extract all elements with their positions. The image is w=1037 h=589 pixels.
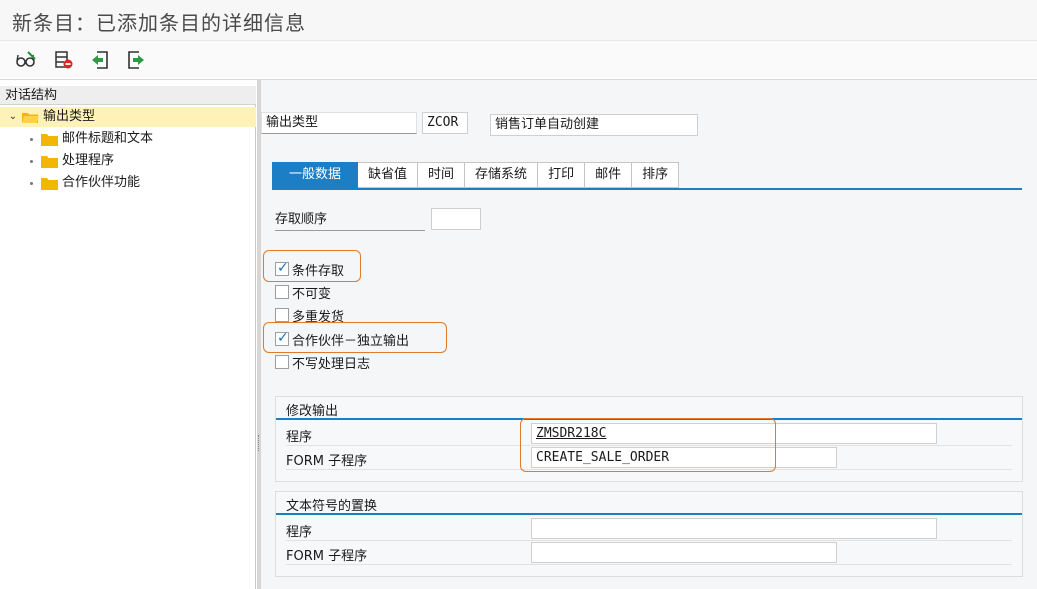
program-label: 程序	[286, 430, 313, 445]
checkbox-label: 不可变	[292, 286, 332, 302]
program-label: 程序	[286, 525, 313, 540]
detail-pane: 输出类型 ZCOR 销售订单自动创建 一般数据 缺省值 时间 存储系统 打印 邮…	[261, 80, 1037, 589]
tab-default-values[interactable]: 缺省值	[358, 162, 419, 188]
tab-strip: 一般数据 缺省值 时间 存储系统 打印 邮件 排序	[272, 162, 680, 188]
row-divider	[286, 540, 1012, 541]
tab-print[interactable]: 打印	[538, 162, 586, 188]
group-title: 文本符号的置换	[286, 499, 378, 514]
highlight-condition-access	[263, 250, 361, 282]
tree-header: 对话结构	[0, 86, 256, 105]
form-routine-field[interactable]	[531, 542, 837, 563]
dialog-structure-tree: 对话结构 ⌄ 输出类型 邮件标题和文本 处理程序 合作伙伴功能	[0, 86, 256, 589]
title-bar: 新条目：已添加条目的详细信息	[0, 0, 1037, 40]
program-field[interactable]	[531, 518, 937, 539]
form-routine-label: FORM 子程序	[286, 549, 368, 564]
window-title: 新条目：已添加条目的详细信息	[12, 11, 306, 35]
tree-node-processing-routines[interactable]: 处理程序	[30, 151, 114, 171]
cannot-change-checkbox[interactable]: 不可变	[275, 282, 331, 302]
form-routine-label: FORM 子程序	[286, 454, 368, 469]
folder-icon	[41, 177, 58, 190]
tree-node-label: 合作伙伴功能	[62, 175, 141, 190]
delete-entry-button[interactable]	[52, 49, 76, 71]
tree-node-label: 邮件标题和文本	[62, 131, 154, 146]
tab-storage-system[interactable]: 存储系统	[465, 162, 539, 188]
output-type-description-field: 销售订单自动创建	[490, 114, 698, 136]
highlight-program-form	[520, 418, 776, 472]
text-symbol-replacement-group: 文本符号的置换 程序 FORM 子程序	[275, 491, 1023, 577]
output-type-code-field[interactable]: ZCOR	[422, 112, 468, 134]
previous-entry-button[interactable]	[88, 49, 112, 71]
access-sequence-field[interactable]	[431, 208, 481, 230]
checkbox-box[interactable]	[275, 355, 289, 369]
delete-row-icon	[55, 51, 73, 69]
tree-bullet	[30, 137, 33, 141]
no-processing-log-checkbox[interactable]: 不写处理日志	[275, 352, 370, 372]
folder-icon	[41, 133, 58, 146]
folder-icon	[41, 155, 58, 168]
tab-sort[interactable]: 排序	[632, 162, 680, 188]
checkbox-label: 不写处理日志	[292, 356, 371, 372]
highlight-partner-independent	[263, 322, 447, 353]
output-type-label: 输出类型	[261, 112, 417, 134]
next-entry-button[interactable]	[124, 49, 148, 71]
group-title: 修改输出	[286, 404, 339, 419]
tab-mail[interactable]: 邮件	[585, 162, 633, 188]
glasses-pencil-icon	[16, 51, 36, 67]
tab-underline	[272, 188, 1022, 190]
tree-bullet	[30, 181, 33, 185]
tree-bullet	[30, 159, 33, 163]
tree-node-output-type[interactable]: ⌄ 输出类型	[0, 107, 256, 127]
tab-general-data[interactable]: 一般数据	[272, 162, 359, 188]
tree-node-mail-title-text[interactable]: 邮件标题和文本	[30, 129, 153, 149]
checkbox-box[interactable]	[275, 308, 289, 322]
forward-arrow-icon	[128, 51, 144, 69]
back-arrow-icon	[92, 51, 108, 69]
tree-node-label: 输出类型	[43, 109, 96, 124]
tree-node-partner-functions[interactable]: 合作伙伴功能	[30, 173, 140, 193]
group-title-underline	[276, 513, 1022, 515]
row-divider	[286, 564, 1012, 565]
tab-time[interactable]: 时间	[418, 162, 466, 188]
splitter-grip[interactable]	[258, 435, 260, 451]
checkbox-box[interactable]	[275, 285, 289, 299]
toolbar	[0, 40, 1037, 78]
display-change-toggle-button[interactable]	[14, 49, 38, 71]
open-folder-icon	[22, 111, 39, 124]
access-sequence-label: 存取顺序	[275, 209, 425, 231]
tree-node-label: 处理程序	[62, 153, 115, 168]
chevron-down-icon[interactable]: ⌄	[8, 107, 18, 127]
